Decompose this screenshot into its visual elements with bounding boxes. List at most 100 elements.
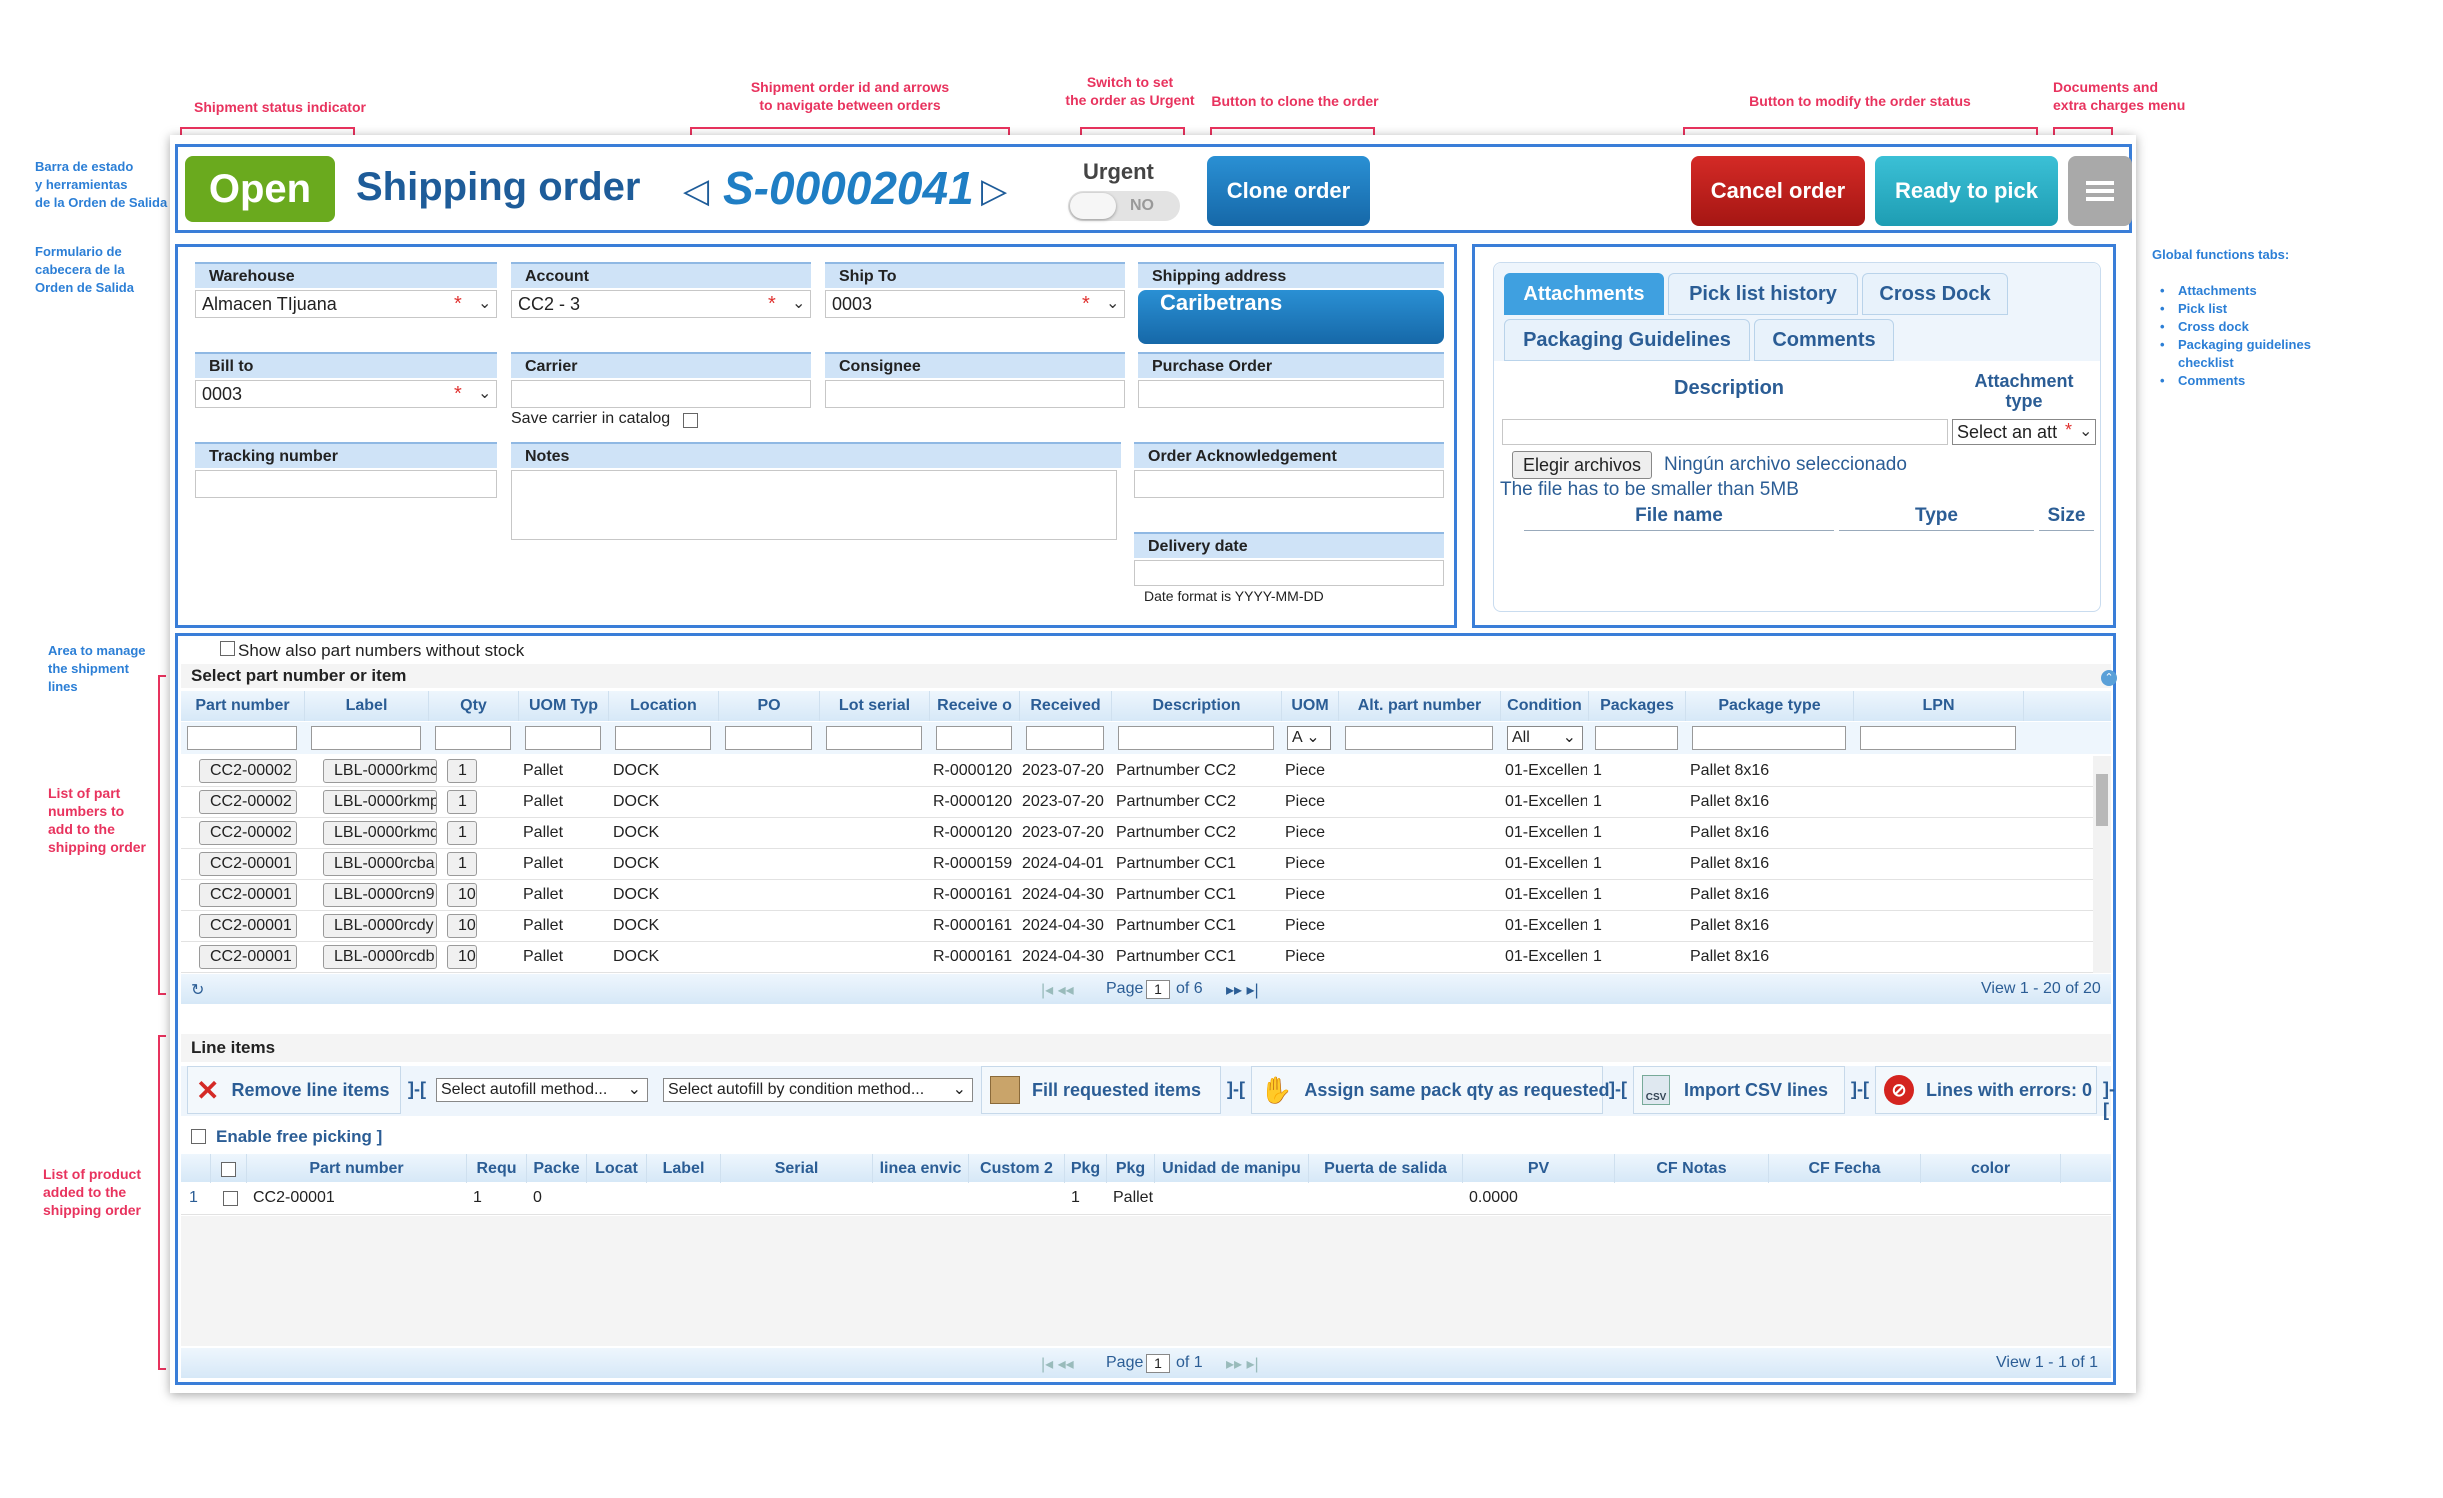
attachment-type-select[interactable]: Select an att * ⌄	[1952, 419, 2096, 445]
row-checkbox[interactable]	[223, 1191, 238, 1206]
filter-lpn[interactable]	[1860, 726, 2016, 750]
urgent-toggle[interactable]: NO	[1068, 191, 1180, 221]
prev-order-icon[interactable]: ◁	[683, 171, 709, 211]
filter-packages[interactable]	[1595, 726, 1678, 750]
autofill-method-select[interactable]: Select autofill method... ⌄	[436, 1078, 648, 1102]
col-puerta-salida[interactable]: Puerta de salida	[1309, 1154, 1463, 1184]
consignee-input[interactable]	[825, 380, 1125, 408]
filter-receive-order[interactable]	[936, 726, 1012, 750]
col-pkg-qty[interactable]: Pkg	[1065, 1154, 1107, 1184]
table-row[interactable]: CC2-00001 LBL-0000rcba 1 Pallet DOCK R-000015…	[181, 849, 2093, 880]
choose-files-button[interactable]: Elegir archivos	[1512, 451, 1653, 479]
filter-package-type[interactable]	[1692, 726, 1846, 750]
lines-with-errors-button[interactable]: ⊘ Lines with errors: 0	[1875, 1066, 2097, 1114]
col-linea-envio[interactable]: linea envic	[873, 1154, 969, 1184]
col-requested[interactable]: Requ	[467, 1154, 527, 1184]
tab-cross-dock[interactable]: Cross Dock	[1862, 273, 2008, 315]
ready-to-pick-button[interactable]: Ready to pick	[1875, 156, 2058, 226]
shipto-select[interactable]: 0003 * ⌄	[825, 290, 1125, 318]
show-without-stock-checkbox[interactable]	[220, 641, 235, 656]
filter-description[interactable]	[1118, 726, 1274, 750]
fill-requested-button[interactable]: Fill requested items	[981, 1066, 1221, 1114]
filter-lot-serial[interactable]	[826, 726, 922, 750]
filter-po[interactable]	[725, 726, 812, 750]
cell-part-number[interactable]: CC2-00002	[199, 759, 297, 783]
col-color[interactable]: color	[1921, 1154, 2061, 1184]
cell-part-number[interactable]: CC2-00001	[199, 914, 297, 938]
description-input[interactable]	[1502, 419, 1948, 445]
table-row[interactable]: CC2-00002 LBL-0000rkmp 1 Pallet DOCK R-000012…	[181, 787, 2093, 818]
shipping-address-button[interactable]: Caribetrans	[1138, 290, 1444, 344]
cell-qty[interactable]: 1	[447, 759, 477, 783]
filter-received[interactable]	[1026, 726, 1104, 750]
cell-qty[interactable]: 1	[447, 821, 477, 845]
col-label-line[interactable]: Label	[647, 1154, 721, 1184]
filter-label[interactable]	[311, 726, 421, 750]
remove-line-items-button[interactable]: ✕ Remove line items	[187, 1066, 401, 1114]
col-packed[interactable]: Packe	[527, 1154, 587, 1184]
tracking-input[interactable]	[195, 470, 497, 498]
col-cf-notas[interactable]: CF Notas	[1615, 1154, 1769, 1184]
cell-label[interactable]: LBL-0000rcba	[323, 852, 437, 876]
col-location[interactable]: Location	[609, 691, 719, 721]
filter-alt-part-number[interactable]	[1345, 726, 1493, 750]
cell-part-number[interactable]: CC2-00001	[199, 883, 297, 907]
filter-part-number[interactable]	[187, 726, 297, 750]
col-label[interactable]: Label	[305, 691, 429, 721]
collapse-icon[interactable]: ⌃	[2101, 670, 2117, 686]
col-condition[interactable]: Condition	[1501, 691, 1589, 721]
scrollbar-thumb[interactable]	[2096, 774, 2108, 826]
purchase-order-input[interactable]	[1138, 380, 1444, 408]
col-uom-type[interactable]: UOM Typ	[519, 691, 609, 721]
table-row[interactable]: CC2-00001 LBL-0000rcn9 10 Pallet DOCK R-00001…	[181, 880, 2093, 911]
cell-label[interactable]: LBL-0000rkmq	[323, 821, 437, 845]
cell-part-number[interactable]: CC2-00002	[199, 821, 297, 845]
next-page-icon[interactable]: ▸▸ ▸|	[1226, 1354, 1259, 1374]
col-qty[interactable]: Qty	[429, 691, 519, 721]
carrier-input[interactable]	[511, 380, 811, 408]
filter-uom[interactable]: A ⌄	[1287, 726, 1331, 750]
col-part-number[interactable]: Part number	[181, 691, 305, 721]
part-grid-scrollbar[interactable]	[2093, 756, 2111, 973]
col-packages[interactable]: Packages	[1589, 691, 1686, 721]
col-po[interactable]: PO	[719, 691, 820, 721]
assign-pack-qty-button[interactable]: ✋ Assign same pack qty as requested	[1251, 1066, 1610, 1114]
save-carrier-checkbox[interactable]	[683, 413, 698, 428]
pager-page-input[interactable]: 1	[1146, 980, 1170, 999]
table-row[interactable]: CC2-00001 LBL-0000rcdb 10 Pallet DOCK R-00001…	[181, 942, 2093, 973]
warehouse-select[interactable]: Almacen TIjuana * ⌄	[195, 290, 497, 318]
next-order-icon[interactable]: ▷	[981, 171, 1007, 211]
notes-textarea[interactable]	[511, 470, 1117, 540]
import-csv-button[interactable]: CSV Import CSV lines	[1633, 1066, 1845, 1114]
col-custom-2[interactable]: Custom 2	[969, 1154, 1065, 1184]
filter-location[interactable]	[615, 726, 711, 750]
col-cf-fecha[interactable]: CF Fecha	[1769, 1154, 1921, 1184]
next-page-icon[interactable]: ▸▸ ▸|	[1226, 980, 1259, 1000]
account-select[interactable]: CC2 - 3 * ⌄	[511, 290, 811, 318]
cell-label[interactable]: LBL-0000rkmc	[323, 759, 437, 783]
col-receive-order[interactable]: Receive o	[930, 691, 1020, 721]
cell-label[interactable]: LBL-0000rcdy	[323, 914, 437, 938]
documents-menu-button[interactable]	[2068, 156, 2132, 226]
clone-order-button[interactable]: Clone order	[1207, 156, 1370, 226]
col-lpn[interactable]: LPN	[1854, 691, 2024, 721]
table-row[interactable]: CC2-00002 LBL-0000rkmc 1 Pallet DOCK R-000012…	[181, 756, 2093, 787]
refresh-icon[interactable]: ↻	[191, 980, 204, 1000]
first-page-icon[interactable]: |◂ ◂◂	[1041, 980, 1074, 1000]
col-pv[interactable]: PV	[1463, 1154, 1615, 1184]
filter-uom-type[interactable]	[525, 726, 601, 750]
col-lot-serial[interactable]: Lot serial	[820, 691, 930, 721]
cancel-order-button[interactable]: Cancel order	[1691, 156, 1865, 226]
autofill-condition-select[interactable]: Select autofill by condition method... ⌄	[663, 1078, 973, 1102]
col-alt-part-number[interactable]: Alt. part number	[1339, 691, 1501, 721]
cell-qty[interactable]: 10	[447, 883, 477, 907]
col-package-type[interactable]: Package type	[1686, 691, 1854, 721]
cell-part-number[interactable]: CC2-00002	[199, 790, 297, 814]
tab-packaging-guidelines[interactable]: Packaging Guidelines	[1504, 319, 1750, 361]
select-all-checkbox[interactable]	[221, 1162, 236, 1177]
line-item-row[interactable]: 1 CC2-00001 1 0 1 Pallet 0.0000	[181, 1183, 2111, 1215]
cell-qty[interactable]: 10	[447, 914, 477, 938]
cell-part-number[interactable]: CC2-00001	[199, 852, 297, 876]
col-description[interactable]: Description	[1112, 691, 1282, 721]
first-page-icon[interactable]: |◂ ◂◂	[1041, 1354, 1074, 1374]
